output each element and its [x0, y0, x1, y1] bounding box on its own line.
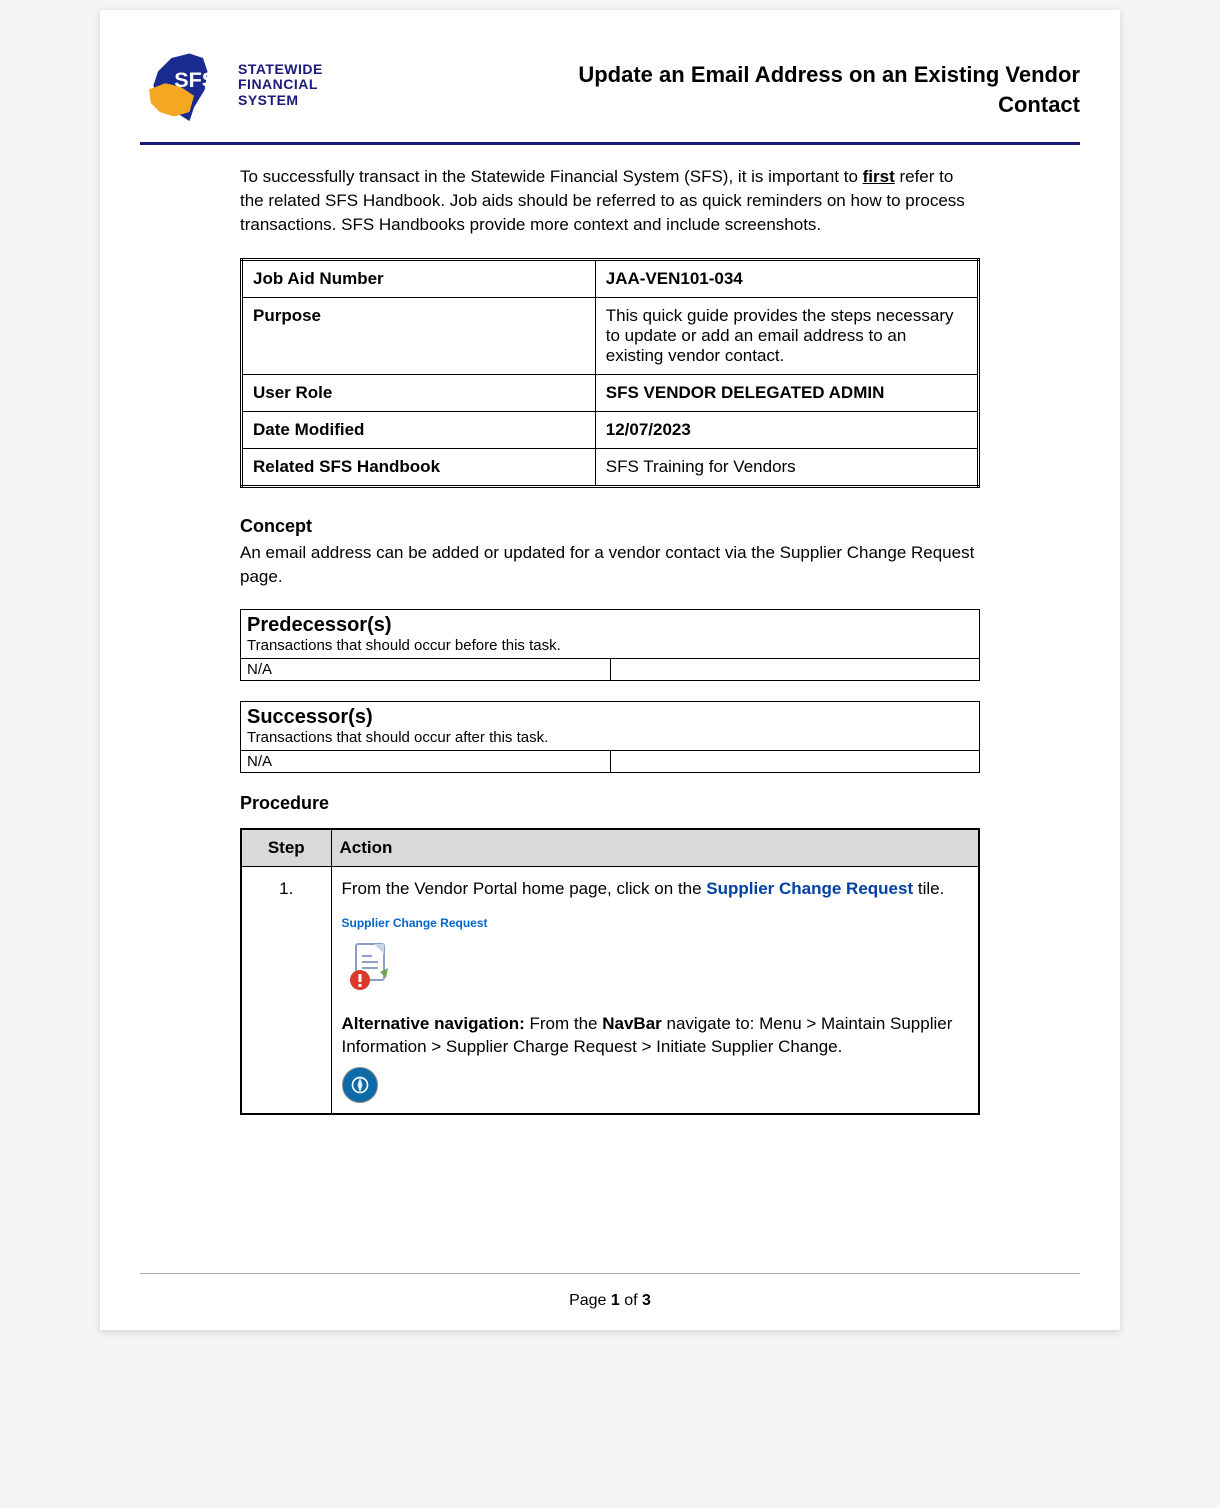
successor-table: Successor(s) Transactions that should oc… [240, 701, 980, 773]
logo: SFS STATEWIDE FINANCIAL SYSTEM [140, 40, 323, 130]
alternative-navigation: Alternative navigation: From the NavBar … [342, 1012, 969, 1060]
logo-mark: SFS [140, 40, 230, 130]
info-value: This quick guide provides the steps nece… [595, 298, 978, 375]
concept-text: An email address can be added or updated… [240, 541, 980, 589]
logo-line2: FINANCIAL [238, 77, 323, 92]
successor-right [610, 750, 980, 772]
table-row: Date Modified 12/07/2023 [242, 412, 979, 449]
procedure-table: Step Action 1. From the Vendor Portal ho… [240, 828, 980, 1115]
action-prefix: From the Vendor Portal home page, click … [342, 879, 707, 898]
predecessor-table: Predecessor(s) Transactions that should … [240, 609, 980, 681]
table-row: User Role SFS VENDOR DELEGATED ADMIN [242, 375, 979, 412]
info-label: Purpose [242, 298, 596, 375]
alt-prefix: Alternative navigation: [342, 1014, 525, 1033]
alt-mid1: From the [525, 1014, 602, 1033]
footer-prefix: Page [569, 1292, 611, 1309]
predecessor-subhead: Transactions that should occur before th… [241, 637, 980, 659]
supplier-change-request-tile-icon [342, 938, 398, 994]
action-suffix: tile. [913, 879, 944, 898]
page-title: Update an Email Address on an Existing V… [560, 60, 1080, 119]
footer-total: 3 [642, 1292, 651, 1309]
info-label: Date Modified [242, 412, 596, 449]
content-area: To successfully transact in the Statewid… [140, 165, 1080, 1273]
procedure-heading: Procedure [240, 793, 980, 814]
info-label: User Role [242, 375, 596, 412]
successor-left: N/A [241, 750, 611, 772]
intro-prefix: To successfully transact in the Statewid… [240, 167, 863, 186]
intro-paragraph: To successfully transact in the Statewid… [240, 165, 980, 236]
predecessor-right [610, 658, 980, 680]
predecessor-heading: Predecessor(s) [241, 609, 980, 637]
table-row: Purpose This quick guide provides the st… [242, 298, 979, 375]
logo-line3: SYSTEM [238, 93, 323, 108]
svg-text:SFS: SFS [174, 67, 216, 92]
successor-heading: Successor(s) [241, 701, 980, 729]
logo-text: STATEWIDE FINANCIAL SYSTEM [238, 62, 323, 108]
action-link: Supplier Change Request [706, 879, 913, 898]
table-row: 1. From the Vendor Portal home page, cli… [241, 866, 979, 1114]
footer-current: 1 [611, 1292, 620, 1309]
table-row: Related SFS Handbook SFS Training for Ve… [242, 449, 979, 487]
info-table: Job Aid Number JAA-VEN101-034 Purpose Th… [240, 258, 980, 488]
tile-caption: Supplier Change Request [342, 915, 969, 932]
footer-mid: of [620, 1292, 642, 1309]
table-row: Job Aid Number JAA-VEN101-034 [242, 260, 979, 298]
navbar-icon [342, 1067, 378, 1103]
info-value: JAA-VEN101-034 [595, 260, 978, 298]
step-number: 1. [241, 866, 331, 1114]
logo-line1: STATEWIDE [238, 62, 323, 77]
info-label: Related SFS Handbook [242, 449, 596, 487]
header: SFS STATEWIDE FINANCIAL SYSTEM Update an… [140, 40, 1080, 145]
info-value: 12/07/2023 [595, 412, 978, 449]
alt-navbar: NavBar [602, 1014, 662, 1033]
info-value: SFS Training for Vendors [595, 449, 978, 487]
successor-subhead: Transactions that should occur after thi… [241, 729, 980, 751]
predecessor-left: N/A [241, 658, 611, 680]
page-footer: Page 1 of 3 [140, 1273, 1080, 1310]
step-action: From the Vendor Portal home page, click … [331, 866, 979, 1114]
intro-emphasis: first [863, 167, 895, 186]
info-value: SFS VENDOR DELEGATED ADMIN [595, 375, 978, 412]
concept-heading: Concept [240, 516, 980, 537]
procedure-col-action: Action [331, 829, 979, 867]
procedure-col-step: Step [241, 829, 331, 867]
info-label: Job Aid Number [242, 260, 596, 298]
document-page: SFS STATEWIDE FINANCIAL SYSTEM Update an… [100, 10, 1120, 1330]
